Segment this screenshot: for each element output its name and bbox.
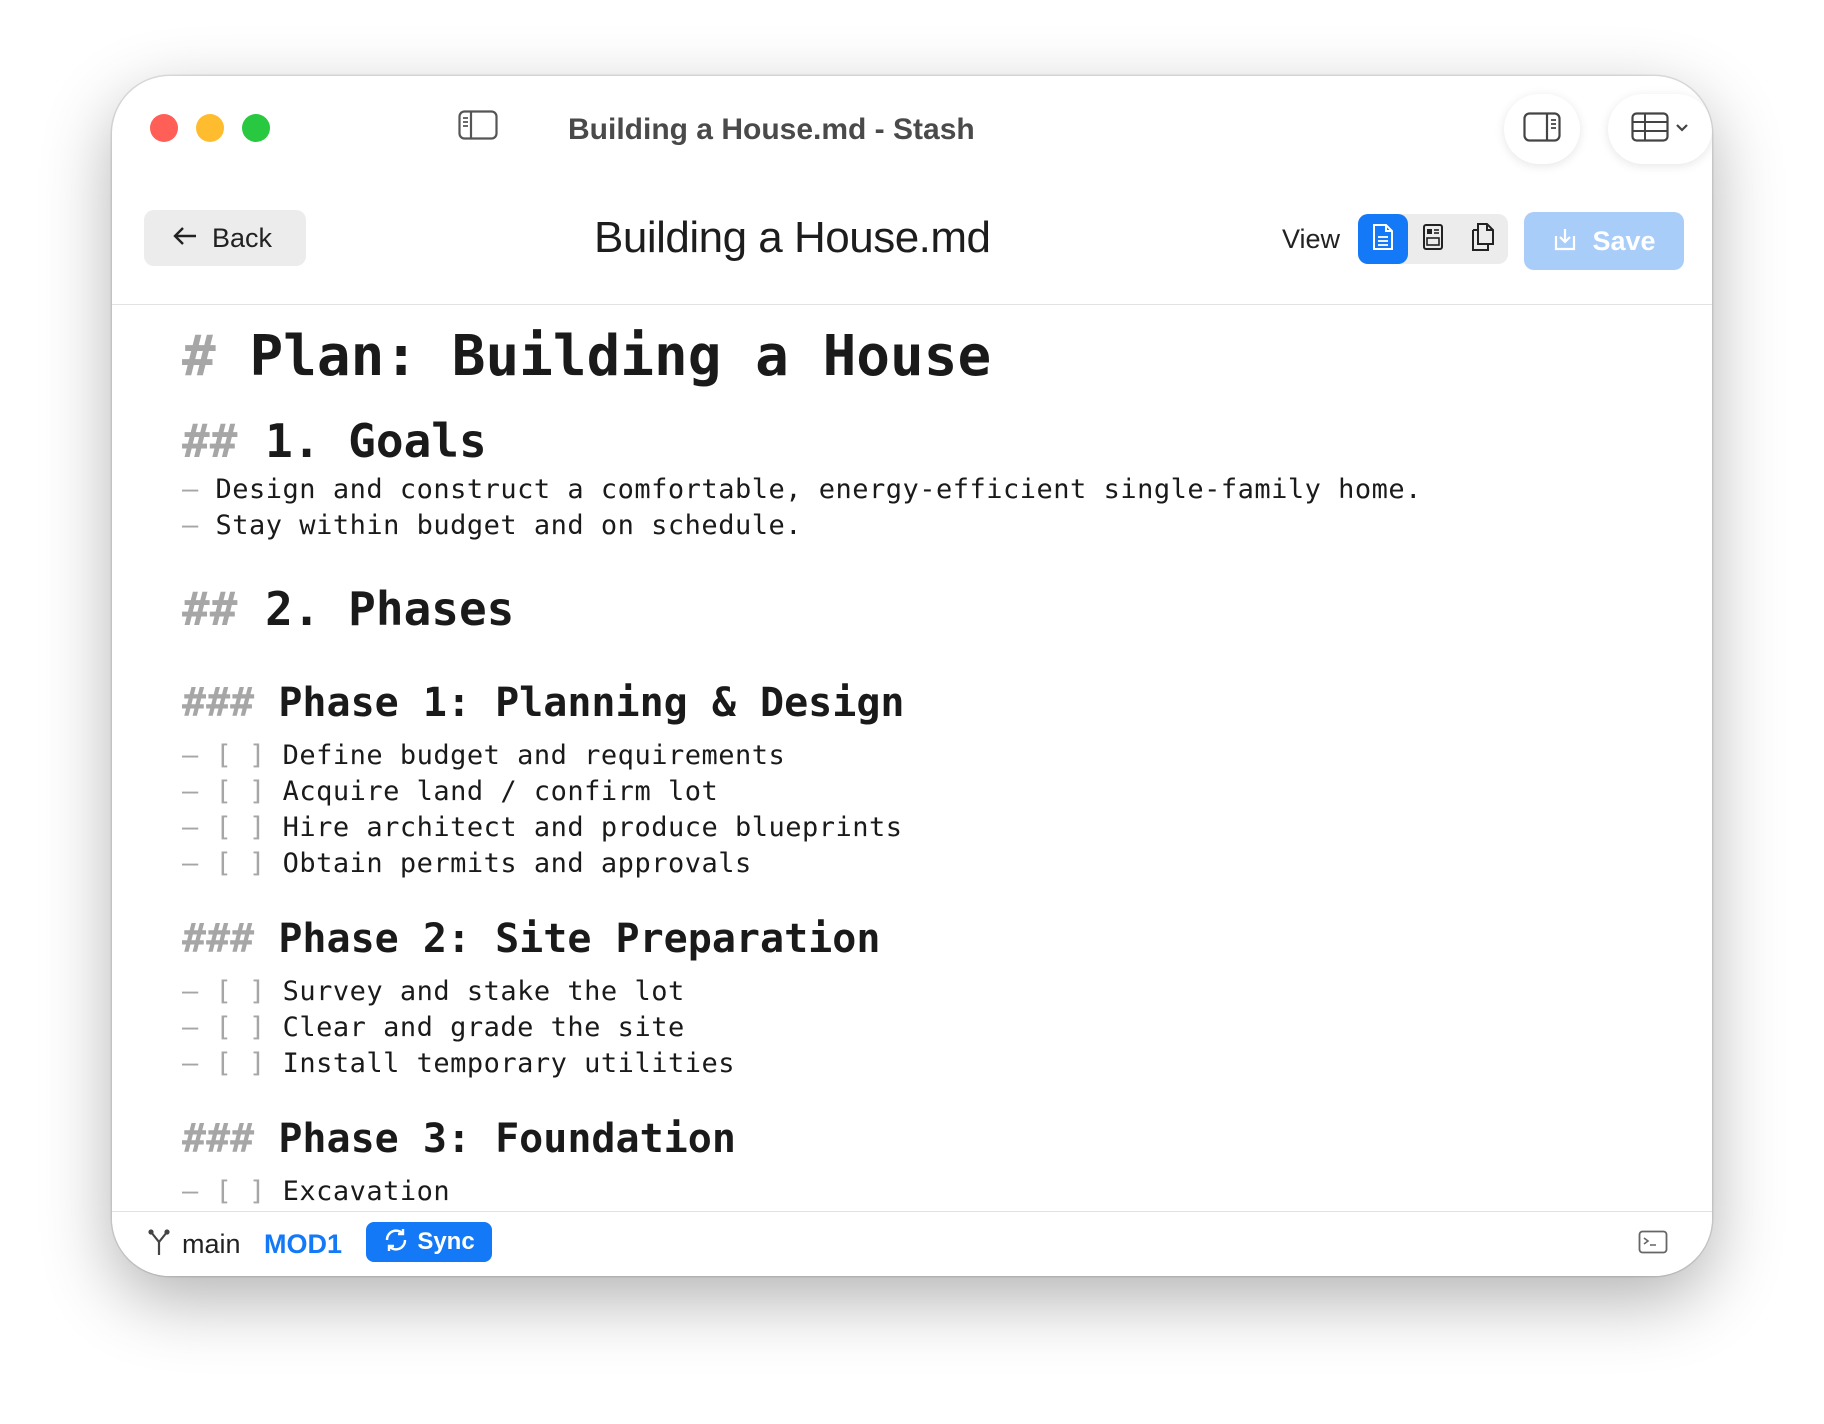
task-text: Excavation xyxy=(282,1176,451,1207)
bullet-marker: – xyxy=(182,1048,199,1079)
heading-marker: ## xyxy=(182,414,238,468)
heading-2-goals: ## 1. Goals xyxy=(182,414,487,468)
task-text: Survey and stake the lot xyxy=(282,976,685,1007)
task-item: – [ ] Acquire land / confirm lot xyxy=(182,776,718,807)
rich-document-icon xyxy=(1422,223,1444,256)
task-text: Clear and grade the site xyxy=(282,1012,685,1043)
heading-text: Phase 3: Foundation xyxy=(278,1116,736,1162)
bullet-marker: – xyxy=(182,976,199,1007)
modified-count[interactable]: MOD1 xyxy=(264,1228,342,1260)
task-text: Hire architect and produce blueprints xyxy=(282,812,903,843)
bullet-marker: – xyxy=(182,848,199,879)
view-preview-button[interactable] xyxy=(1408,214,1458,264)
layout-menu-button[interactable] xyxy=(1608,94,1712,164)
task-text: Obtain permits and approvals xyxy=(282,848,752,879)
bullet-marker: – xyxy=(182,776,199,807)
window-title: Building a House.md - Stash xyxy=(568,113,975,146)
inspector-icon xyxy=(1523,111,1561,147)
heading-marker: ## xyxy=(182,582,238,636)
task-item: – [ ] Excavation xyxy=(182,1176,450,1207)
heading-text: Phase 1: Planning & Design xyxy=(278,680,905,726)
heading-1: # Plan: Building a House xyxy=(182,324,991,389)
task-text: Acquire land / confirm lot xyxy=(282,776,719,807)
sync-icon xyxy=(383,1227,409,1258)
task-text: Define budget and requirements xyxy=(282,740,786,771)
back-button-label: Back xyxy=(212,222,273,253)
inspector-toggle-button[interactable] xyxy=(1504,94,1580,164)
branch-name[interactable]: main xyxy=(182,1228,241,1260)
task-item: – [ ] Survey and stake the lot xyxy=(182,976,685,1007)
checkbox-marker[interactable]: [ ] xyxy=(216,1048,266,1079)
document-icon xyxy=(1372,223,1394,256)
heading-marker: ### xyxy=(182,916,255,962)
bullet-marker: – xyxy=(182,812,199,843)
heading-text: 1. Goals xyxy=(265,414,487,468)
save-button-label: Save xyxy=(1592,225,1656,256)
document-toolbar: Back Building a House.md View Save xyxy=(112,186,1712,305)
bullet-marker: – xyxy=(182,1176,199,1207)
sidebar-toggle-button[interactable] xyxy=(456,109,500,145)
app-window: Building a House.md - Stash Back Buildin… xyxy=(112,76,1712,1276)
task-text: Install temporary utilities xyxy=(282,1048,735,1079)
checkbox-marker[interactable]: [ ] xyxy=(216,776,266,807)
heading-3-phase-2: ### Phase 2: Site Preparation xyxy=(182,916,880,962)
list-item-text: Design and construct a comfortable, ener… xyxy=(215,474,1422,505)
heading-3-phase-3: ### Phase 3: Foundation xyxy=(182,1116,736,1162)
close-window-button[interactable] xyxy=(150,114,178,142)
heading-text: 2. Phases xyxy=(265,582,515,636)
chevron-down-icon xyxy=(1675,120,1689,138)
checkbox-marker[interactable]: [ ] xyxy=(216,740,266,771)
task-item: – [ ] Clear and grade the site xyxy=(182,1012,685,1043)
split-documents-icon xyxy=(1470,222,1496,257)
list-item-text: Stay within budget and on schedule. xyxy=(215,510,802,541)
bullet-marker: – xyxy=(182,1012,199,1043)
heading-3-phase-1: ### Phase 1: Planning & Design xyxy=(182,680,904,726)
sync-button-label: Sync xyxy=(417,1228,475,1255)
document-title: Building a House.md xyxy=(594,213,991,262)
markdown-editor[interactable]: # Plan: Building a House ## 1. Goals – D… xyxy=(112,306,1712,1210)
zoom-window-button[interactable] xyxy=(242,114,270,142)
title-bar: Building a House.md - Stash xyxy=(112,76,1712,186)
heading-text: Plan: Building a House xyxy=(249,324,992,389)
checkbox-marker[interactable]: [ ] xyxy=(216,812,266,843)
heading-marker: ### xyxy=(182,1116,255,1162)
git-branch-icon xyxy=(146,1228,172,1263)
view-mode-selector xyxy=(1358,214,1508,264)
sync-button[interactable]: Sync xyxy=(366,1222,492,1262)
checkbox-marker[interactable]: [ ] xyxy=(216,1012,266,1043)
heading-marker: # xyxy=(182,324,216,389)
heading-marker: ### xyxy=(182,680,255,726)
back-button[interactable]: Back xyxy=(144,210,306,266)
table-icon xyxy=(1631,111,1669,147)
arrow-left-icon xyxy=(172,225,198,252)
save-icon xyxy=(1552,226,1578,257)
heading-2-phases: ## 2. Phases xyxy=(182,582,514,636)
status-bar: main MOD1 Sync xyxy=(112,1211,1712,1276)
minimize-window-button[interactable] xyxy=(196,114,224,142)
bullet-marker: – xyxy=(182,740,199,771)
view-label: View xyxy=(1282,224,1341,254)
checkbox-marker[interactable]: [ ] xyxy=(216,1176,266,1207)
bullet-marker: – xyxy=(182,474,199,505)
save-button[interactable]: Save xyxy=(1524,212,1684,270)
task-item: – [ ] Hire architect and produce bluepri… xyxy=(182,812,903,843)
list-item: – Design and construct a comfortable, en… xyxy=(182,474,1422,505)
checkbox-marker[interactable]: [ ] xyxy=(216,976,266,1007)
task-item: – [ ] Obtain permits and approvals xyxy=(182,848,752,879)
view-source-button[interactable] xyxy=(1358,214,1408,264)
task-item: – [ ] Install temporary utilities xyxy=(182,1048,735,1079)
sidebar-icon xyxy=(458,109,498,145)
terminal-icon[interactable] xyxy=(1638,1230,1668,1259)
list-item: – Stay within budget and on schedule. xyxy=(182,510,802,541)
bullet-marker: – xyxy=(182,510,199,541)
task-item: – [ ] Define budget and requirements xyxy=(182,740,785,771)
view-split-button[interactable] xyxy=(1458,214,1508,264)
heading-text: Phase 2: Site Preparation xyxy=(278,916,881,962)
checkbox-marker[interactable]: [ ] xyxy=(216,848,266,879)
